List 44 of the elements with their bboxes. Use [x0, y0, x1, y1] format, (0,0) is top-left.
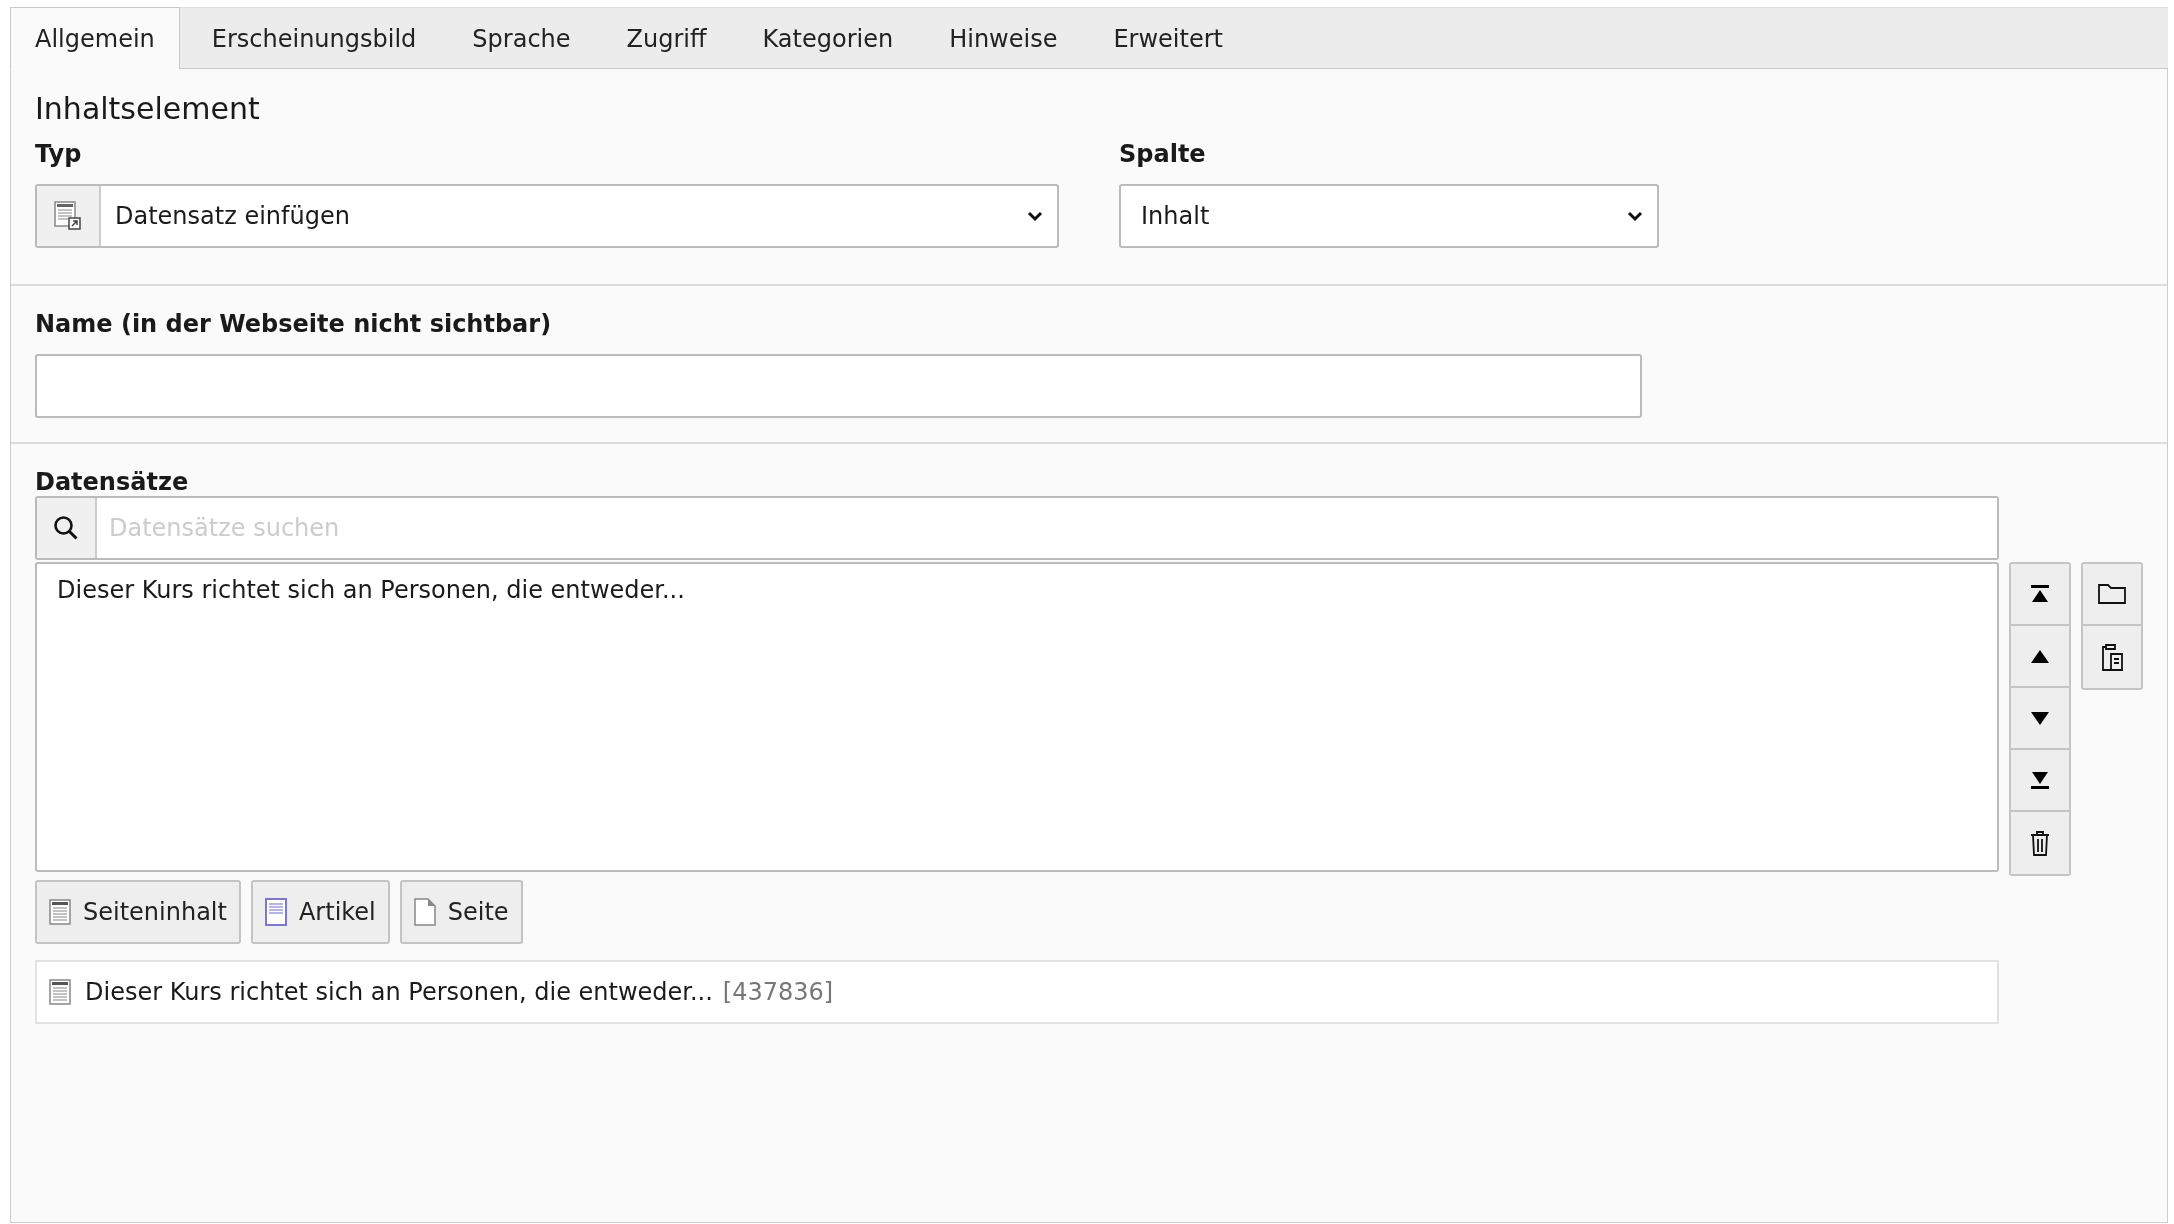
records-listbox[interactable]: Dieser Kurs richtet sich an Personen, die entweder... [35, 562, 1999, 872]
move-bottom-button[interactable] [2011, 750, 2069, 812]
move-top-icon [2030, 585, 2050, 603]
tab[interactable]: Erscheinungsbild [187, 8, 441, 70]
tab[interactable]: Erweitert [1089, 8, 1247, 70]
tab[interactable]: Kategorien [738, 8, 918, 70]
field-label: Datensätze [35, 468, 190, 498]
field-label: Typ [35, 140, 83, 170]
tab[interactable]: Hinweise [925, 8, 1082, 70]
triangle-up-icon [2031, 649, 2049, 663]
chevron-down-icon [1027, 210, 1043, 222]
content-icon [49, 979, 71, 1005]
add-record-button[interactable]: Artikel [250, 880, 390, 944]
page-icon [413, 898, 436, 926]
add-record-button[interactable]: Seite [399, 880, 523, 944]
document-icon [264, 898, 287, 926]
paste-button[interactable] [2083, 626, 2141, 688]
content-icon [49, 899, 71, 925]
triangle-down-icon [2031, 711, 2049, 725]
add-record-button[interactable]: Seiteninhalt [35, 880, 241, 944]
record-id: [437836] [722, 978, 834, 1006]
move-bottom-icon [2030, 771, 2050, 789]
section-title: Inhaltselement [35, 91, 261, 126]
select-field[interactable]: Datensatz einfügen [35, 184, 1059, 248]
tab[interactable]: Allgemein [10, 7, 180, 70]
select-field[interactable]: Inhalt [1119, 184, 1659, 248]
clipboard-icon [2101, 643, 2123, 671]
move-top-button[interactable] [2011, 564, 2069, 626]
trash-icon [2030, 830, 2050, 856]
tab[interactable]: Sprache [448, 8, 595, 70]
record-icon [54, 201, 82, 231]
move-down-button[interactable] [2011, 688, 2069, 750]
field-label: Spalte [1119, 140, 1207, 170]
move-up-button[interactable] [2011, 626, 2069, 688]
list-option[interactable]: Dieser Kurs richtet sich an Personen, die entweder... [57, 576, 1977, 604]
chevron-down-icon [1627, 210, 1643, 222]
delete-button[interactable] [2011, 812, 2069, 874]
tab[interactable]: Zugriff [602, 8, 731, 70]
folder-icon [2098, 584, 2126, 604]
record-title: Dieser Kurs richtet sich an Personen, die entweder... [85, 978, 713, 1006]
search-icon [53, 515, 79, 541]
name-input-field[interactable] [35, 354, 1642, 418]
field-label: Name (in der Webseite nicht sichtbar) [35, 310, 553, 340]
browse-button[interactable] [2083, 564, 2141, 626]
